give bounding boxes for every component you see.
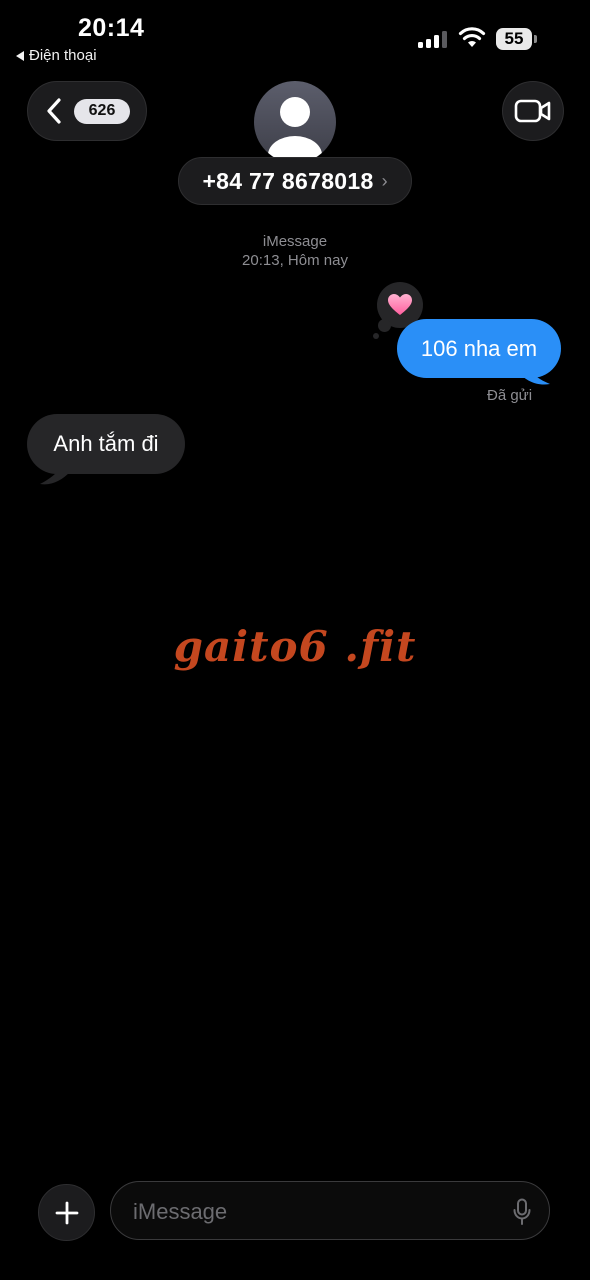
thread-timestamp: 20:13, Hôm nay: [242, 252, 348, 269]
tapback-tail-dot: [373, 333, 379, 339]
battery-indicator: 55: [496, 28, 532, 50]
contact-name: +84 77 8678018: [202, 167, 374, 194]
message-composer[interactable]: [110, 1181, 550, 1240]
chevron-left-icon: [47, 98, 61, 124]
watermark: gaito6 .fit: [173, 622, 417, 671]
contact-name-button[interactable]: +84 77 8678018 ›: [178, 157, 412, 205]
incoming-message-bubble[interactable]: Anh tắm đi: [27, 414, 185, 474]
unread-count-badge: 626: [74, 98, 130, 124]
apps-plus-button[interactable]: [38, 1184, 95, 1241]
heart-icon: [388, 294, 412, 315]
contact-avatar[interactable]: [254, 81, 336, 163]
signal-icon: [418, 30, 447, 48]
status-time: 20:14: [78, 14, 145, 42]
microphone-icon[interactable]: [513, 1198, 531, 1226]
back-app-label: Điện thoại: [29, 47, 97, 64]
plus-icon: [55, 1201, 78, 1224]
battery-nub: [534, 35, 537, 43]
video-camera-icon: [514, 99, 551, 123]
facetime-video-button[interactable]: [502, 81, 564, 141]
wifi-icon: [458, 26, 486, 53]
back-to-app-link[interactable]: Điện thoại: [16, 47, 97, 64]
delivery-status: Đã gửi: [487, 387, 533, 404]
back-triangle-icon: [16, 50, 24, 61]
service-label: iMessage: [262, 233, 328, 250]
back-button[interactable]: 626: [27, 81, 147, 141]
outgoing-message-bubble[interactable]: 106 nha em: [397, 319, 561, 378]
message-input[interactable]: [131, 1192, 495, 1232]
person-icon: [268, 97, 322, 163]
chevron-right-icon: ›: [381, 170, 388, 191]
tapback-tail-dot: [378, 319, 391, 332]
